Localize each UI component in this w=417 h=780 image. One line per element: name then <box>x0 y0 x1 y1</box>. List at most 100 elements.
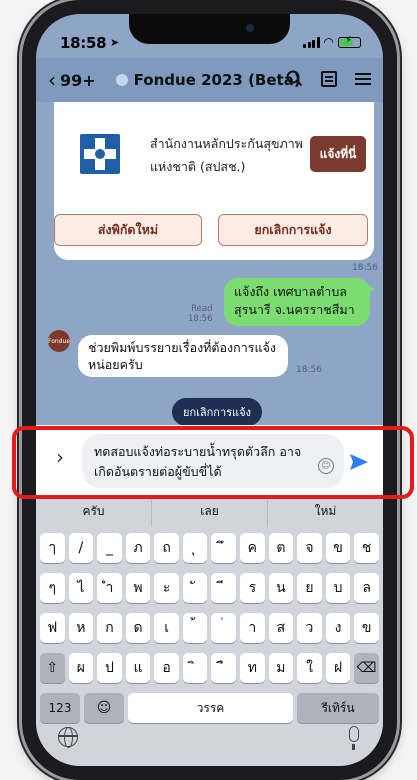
emoji-face-icon: ☺ <box>96 700 112 716</box>
return-key[interactable]: รีเทิร์น <box>297 693 379 723</box>
key[interactable]: / <box>68 533 94 563</box>
signal-icon <box>303 36 320 48</box>
key[interactable]: ภ <box>125 533 151 563</box>
key[interactable]: ง <box>325 613 351 643</box>
key[interactable]: ก <box>97 613 122 643</box>
key[interactable]: ่ <box>211 613 237 643</box>
key[interactable]: ฟ <box>40 613 65 643</box>
incoming-message[interactable]: ช่วยพิมพ์บรรยายเรื่องที่ต้องการแจ้งหน่อย… <box>78 335 288 377</box>
key[interactable]: ื <box>211 653 237 683</box>
cancel-report-button[interactable]: ยกเลิกการแจ้ง <box>218 214 368 246</box>
shift-key[interactable]: ⇧ <box>40 653 65 683</box>
key[interactable]: ุ <box>182 533 208 563</box>
key[interactable]: ๆ <box>40 573 65 603</box>
unread-count: 99+ <box>60 70 96 90</box>
key[interactable]: อ <box>154 653 179 683</box>
emoji-key[interactable]: ☺ <box>84 693 124 723</box>
chevron-left-icon: ‹ <box>48 68 56 92</box>
key-row-3: ฟ ห ก ด เ ้ ่ า ส ว ง ข <box>40 613 379 643</box>
microphone-icon[interactable] <box>349 726 359 750</box>
screen: 18:58 ➤ ◠ ⚡ ‹ 99+ Fondue 2023 (Beta) สำน… <box>36 14 383 766</box>
key-row-1: ๅ / _ ภ ถ ุ ึ ค ต จ ข ช <box>40 533 379 563</box>
numbers-key[interactable]: 123 <box>40 693 80 723</box>
key[interactable]: า <box>240 613 265 643</box>
agency-card: สำนักงานหลักประกันสุขภาพแห่งชาติ (สปสช.)… <box>54 102 374 260</box>
quick-reply-cancel-button[interactable]: ยกเลิกการแจ้ง <box>172 398 262 426</box>
space-key[interactable]: วรรค <box>128 693 293 723</box>
key[interactable]: จ <box>297 533 322 563</box>
key[interactable]: ึ <box>211 533 237 563</box>
location-arrow-icon: ➤ <box>110 36 120 49</box>
key[interactable]: ้ <box>182 613 208 643</box>
key[interactable]: ย <box>297 573 322 603</box>
wifi-icon: ◠ <box>323 35 334 49</box>
key[interactable]: ป <box>97 653 122 683</box>
message-input[interactable]: ทดสอบแจ้งท่อระบายน้ำทรุดตัวลึก อาจเกิดอั… <box>82 434 344 488</box>
key[interactable]: ร <box>240 573 265 603</box>
key[interactable]: ฝ <box>325 653 351 683</box>
key[interactable]: ข <box>325 533 351 563</box>
key[interactable]: ด <box>125 613 151 643</box>
phone-frame: 18:58 ➤ ◠ ⚡ ‹ 99+ Fondue 2023 (Beta) สำน… <box>22 0 397 780</box>
send-new-location-button[interactable]: ส่งพิกัดใหม่ <box>54 214 202 246</box>
key[interactable]: ไ <box>68 573 94 603</box>
key[interactable]: ค <box>240 533 265 563</box>
bot-avatar[interactable]: Fondue <box>48 330 70 352</box>
send-icon[interactable] <box>348 451 370 473</box>
chat-title[interactable]: Fondue 2023 (Beta) <box>115 71 301 89</box>
search-icon[interactable] <box>286 70 303 87</box>
key-row-2: ๆ ไ ำ พ ะ ั ี ร น ย บ ล <box>40 573 379 603</box>
key[interactable]: ำ <box>97 573 122 603</box>
key[interactable]: น <box>268 573 294 603</box>
key[interactable]: เ <box>154 613 179 643</box>
outgoing-message[interactable]: แจ้งถึง เทศบาลตำบลสุรนารี จ.นครราชสีมา <box>224 278 375 326</box>
chat-title-text: Fondue 2023 (Beta) <box>133 71 301 89</box>
card-timestamp: 18:56 <box>352 263 378 273</box>
agency-name: สำนักงานหลักประกันสุขภาพแห่งชาติ (สปสช.) <box>150 136 304 174</box>
key[interactable]: ใ <box>297 653 322 683</box>
notch <box>129 14 290 44</box>
key[interactable]: ส <box>268 613 294 643</box>
key[interactable]: บ <box>325 573 351 603</box>
report-here-button[interactable]: แจ้งที่นี่ <box>310 136 366 172</box>
notes-icon[interactable] <box>321 70 337 87</box>
back-button[interactable]: ‹ 99+ <box>36 68 96 92</box>
composer: › ทดสอบแจ้งท่อระบายน้ำทรุดตัวลึก อาจเกิด… <box>36 425 383 497</box>
suggestion-item[interactable]: เลย <box>152 497 268 527</box>
key[interactable]: ี <box>211 573 237 603</box>
key[interactable]: แ <box>125 653 151 683</box>
key[interactable]: ถ <box>154 533 179 563</box>
incoming-timestamp: 18:56 <box>296 365 322 375</box>
message-list: สำนักงานหลักประกันสุขภาพแห่งชาติ (สปสช.)… <box>36 102 383 472</box>
key-row-4: ⇧ ผ ป แ อ ิ ื ท ม ใ ฝ ⌫ <box>40 653 379 683</box>
key[interactable]: พ <box>125 573 151 603</box>
emoji-icon[interactable]: ☺ <box>318 458 334 474</box>
nhso-logo-icon <box>80 134 120 174</box>
globe-icon[interactable] <box>58 727 78 748</box>
thai-keyboard: ครับ เลย ใหม่ ๅ / _ ภ ถ ุ ึ ค ต จ ข ช ๆ … <box>36 497 383 766</box>
key[interactable]: ม <box>268 653 294 683</box>
key[interactable]: ข <box>354 613 379 643</box>
key[interactable]: _ <box>97 533 122 563</box>
backspace-key[interactable]: ⌫ <box>354 653 379 683</box>
key[interactable]: ั <box>182 573 208 603</box>
chat-avatar-icon <box>115 74 128 86</box>
chevron-right-icon[interactable]: › <box>56 445 64 469</box>
key[interactable]: ท <box>240 653 265 683</box>
key[interactable]: ว <box>297 613 322 643</box>
suggestion-item[interactable]: ใหม่ <box>268 497 383 527</box>
key[interactable]: ล <box>354 573 379 603</box>
key[interactable]: ผ <box>68 653 94 683</box>
menu-icon[interactable] <box>355 72 371 85</box>
key[interactable]: ต <box>268 533 294 563</box>
key-row-5: 123 ☺ วรรค รีเทิร์น <box>40 693 379 723</box>
key[interactable]: ช <box>354 533 379 563</box>
battery-icon: ⚡ <box>338 35 361 48</box>
key[interactable]: ๅ <box>40 533 65 563</box>
read-receipt: Read 18:56 <box>188 304 213 324</box>
key[interactable]: ิ <box>182 653 208 683</box>
key[interactable]: ะ <box>154 573 179 603</box>
suggestion-item[interactable]: ครับ <box>36 497 152 527</box>
key[interactable]: ห <box>68 613 94 643</box>
keyboard-bottom-bar <box>36 725 383 755</box>
